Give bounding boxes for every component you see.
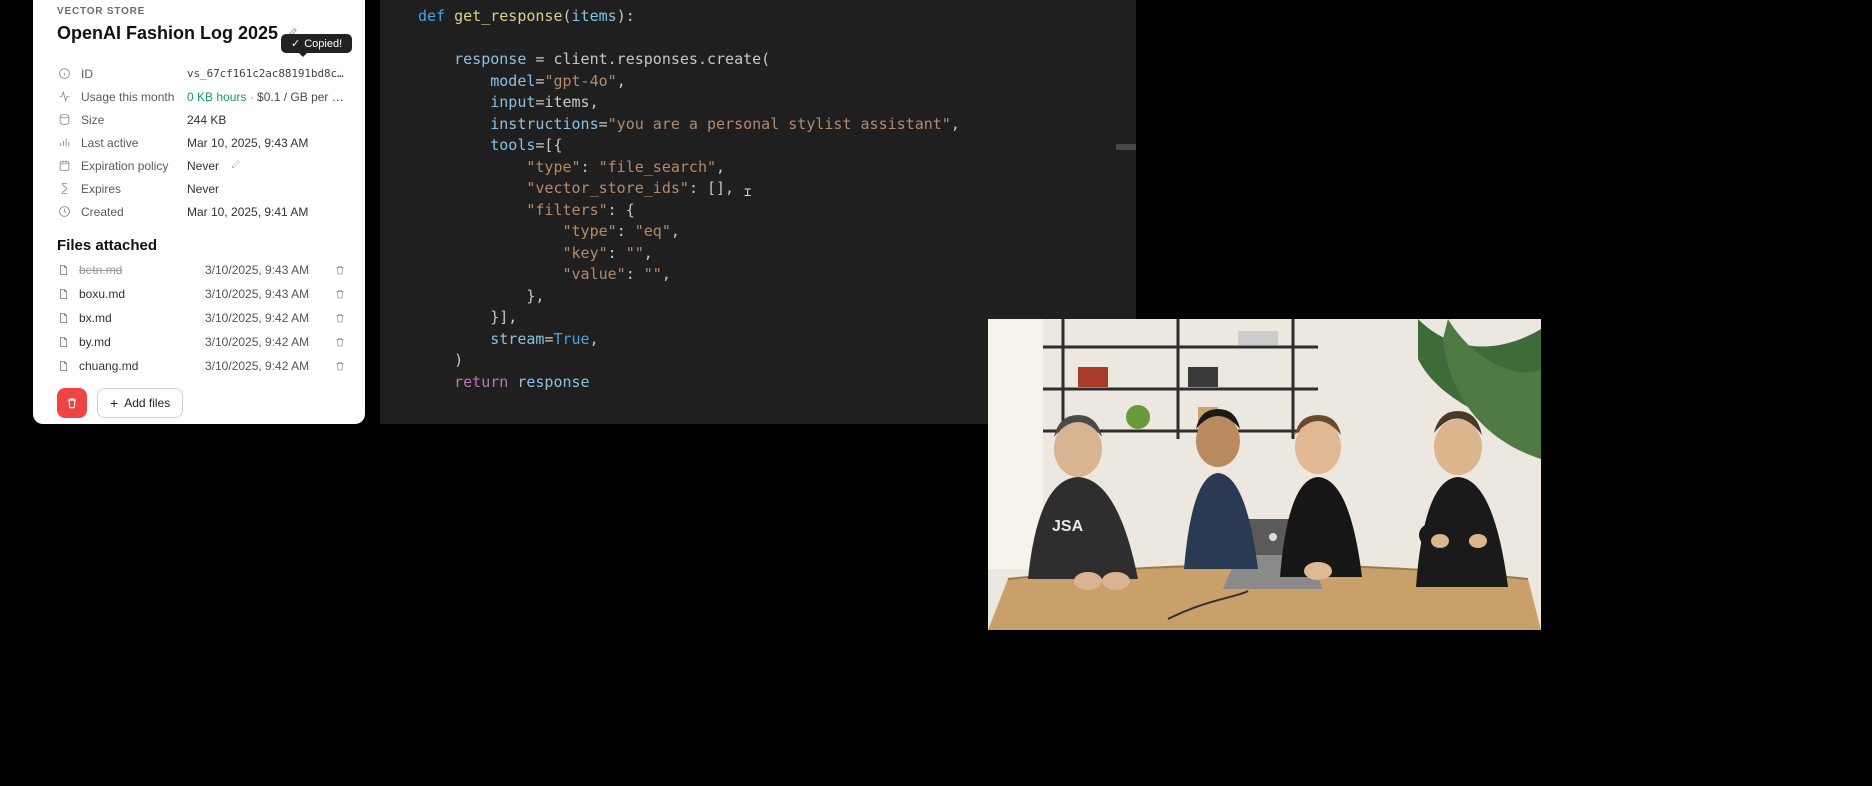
file-icon (57, 312, 71, 324)
meta-value-usage: 0 KB hours · $0.1 / GB per day (187, 90, 349, 104)
meta-label: Last active (81, 136, 177, 150)
trash-icon[interactable] (331, 312, 349, 324)
meta-value-last: Mar 10, 2025, 9:43 AM (187, 136, 349, 150)
clock-icon (57, 205, 71, 219)
trash-icon[interactable] (331, 288, 349, 300)
meta-list: ID vs_67cf161c2ac88191bd8ceb0c4d Usage t… (57, 62, 349, 223)
meta-row-expiration-policy: Expiration policy Never (57, 154, 349, 177)
file-row[interactable]: chuang.md 3/10/2025, 9:42 AM (57, 354, 349, 378)
file-name: chuang.md (79, 359, 205, 373)
meta-value-policy: Never (187, 158, 349, 173)
panel-eyebrow: VECTOR STORE (57, 6, 349, 17)
check-icon: ✓ (291, 37, 300, 50)
meta-value-size: 244 KB (187, 113, 349, 127)
pencil-icon[interactable] (230, 159, 242, 173)
hourglass-icon (57, 182, 71, 196)
file-name: betn.md (79, 263, 205, 277)
file-date: 3/10/2025, 9:42 AM (205, 359, 331, 373)
file-list: betn.md 3/10/2025, 9:43 AM boxu.md 3/10/… (33, 258, 365, 378)
meta-value-id[interactable]: vs_67cf161c2ac88191bd8ceb0c4d (187, 67, 349, 80)
video-overlay[interactable]: JSA (988, 319, 1541, 630)
meta-label: Usage this month (81, 90, 177, 104)
minimap-thumb[interactable] (1116, 144, 1136, 150)
meta-label: Expiration policy (81, 159, 177, 173)
trash-icon[interactable] (331, 336, 349, 348)
file-date: 3/10/2025, 9:42 AM (205, 311, 331, 325)
file-date: 3/10/2025, 9:42 AM (205, 335, 331, 349)
trash-icon[interactable] (331, 360, 349, 372)
file-name: bx.md (79, 311, 205, 325)
file-name: by.md (79, 335, 205, 349)
file-row[interactable]: betn.md 3/10/2025, 9:43 AM (57, 258, 349, 282)
copied-label: Copied! (304, 38, 342, 50)
meta-value-expires: Never (187, 182, 349, 196)
info-icon (57, 67, 71, 81)
signal-icon (57, 136, 71, 150)
file-row[interactable]: bx.md 3/10/2025, 9:42 AM (57, 306, 349, 330)
meta-value-created: Mar 10, 2025, 9:41 AM (187, 205, 349, 219)
file-icon (57, 360, 71, 372)
add-files-button[interactable]: + Add files (97, 388, 183, 418)
vector-store-panel: VECTOR STORE OpenAI Fashion Log 2025 ✓ C… (33, 0, 365, 424)
meta-label: ID (81, 67, 177, 81)
add-files-label: Add files (124, 396, 170, 410)
meta-row-created: Created Mar 10, 2025, 9:41 AM (57, 200, 349, 223)
calendar-icon (57, 159, 71, 173)
delete-store-button[interactable] (57, 388, 87, 418)
copied-tooltip: ✓ Copied! (281, 34, 352, 53)
meta-label: Created (81, 205, 177, 219)
files-attached-header: Files attached (57, 237, 365, 254)
svg-text:JSA: JSA (1052, 518, 1084, 535)
meta-row-expires: Expires Never (57, 177, 349, 200)
trash-icon[interactable] (331, 264, 349, 276)
meta-label: Size (81, 113, 177, 127)
activity-icon (57, 90, 71, 104)
plus-icon: + (110, 396, 118, 410)
meta-row-last-active: Last active Mar 10, 2025, 9:43 AM (57, 131, 349, 154)
meta-label: Expires (81, 182, 177, 196)
file-row[interactable]: boxu.md 3/10/2025, 9:43 AM (57, 282, 349, 306)
file-icon (57, 336, 71, 348)
file-date: 3/10/2025, 9:43 AM (205, 287, 331, 301)
file-row[interactable]: by.md 3/10/2025, 9:42 AM (57, 330, 349, 354)
file-name: boxu.md (79, 287, 205, 301)
meta-row-usage: Usage this month 0 KB hours · $0.1 / GB … (57, 85, 349, 108)
file-date: 3/10/2025, 9:43 AM (205, 263, 331, 277)
file-icon (57, 264, 71, 276)
file-icon (57, 288, 71, 300)
meta-row-id: ID vs_67cf161c2ac88191bd8ceb0c4d (57, 62, 349, 85)
panel-title: OpenAI Fashion Log 2025 (57, 23, 278, 44)
database-icon (57, 113, 71, 127)
meta-row-size: Size 244 KB (57, 108, 349, 131)
